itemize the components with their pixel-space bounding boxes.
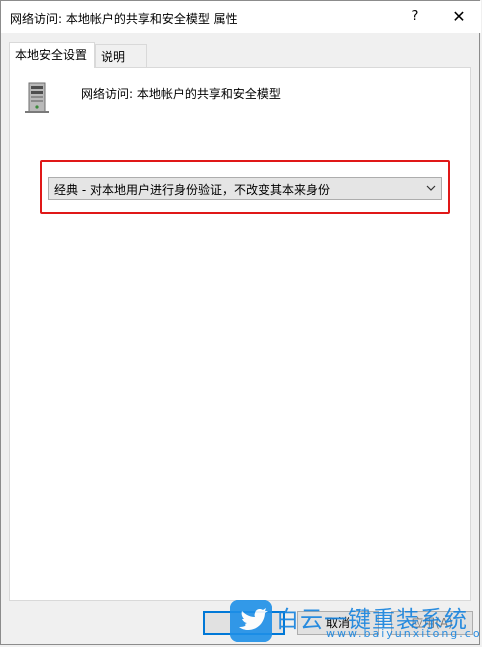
- policy-name: 网络访问: 本地帐户的共享和安全模型: [81, 87, 281, 101]
- title-bar[interactable]: 网络访问: 本地帐户的共享和安全模型 属性 ? ✕: [1, 1, 481, 33]
- window-title: 网络访问: 本地帐户的共享和安全模型 属性: [10, 12, 238, 26]
- chevron-down-icon: [426, 185, 436, 191]
- watermark-url: www.baiyunxitong.com: [326, 627, 482, 640]
- close-button[interactable]: ✕: [439, 2, 479, 32]
- tab-explain[interactable]: 说明: [95, 44, 147, 68]
- server-icon: [25, 82, 49, 113]
- help-button[interactable]: ?: [395, 2, 435, 32]
- tab-panel: 网络访问: 本地帐户的共享和安全模型 经典 - 对本地用户进行身份验证，不改变其…: [9, 67, 471, 601]
- bird-logo-icon: [230, 600, 272, 642]
- tab-local-security-setting[interactable]: 本地安全设置: [9, 42, 95, 68]
- security-model-dropdown[interactable]: 经典 - 对本地用户进行身份验证，不改变其本来身份: [48, 177, 442, 200]
- properties-dialog: 网络访问: 本地帐户的共享和安全模型 属性 ? ✕ 本地安全设置 说明 网络访问…: [0, 0, 481, 645]
- watermark: 白云一键重装系统 www.baiyunxitong.com: [230, 598, 482, 644]
- dropdown-selected-value: 经典 - 对本地用户进行身份验证，不改变其本来身份: [54, 183, 330, 197]
